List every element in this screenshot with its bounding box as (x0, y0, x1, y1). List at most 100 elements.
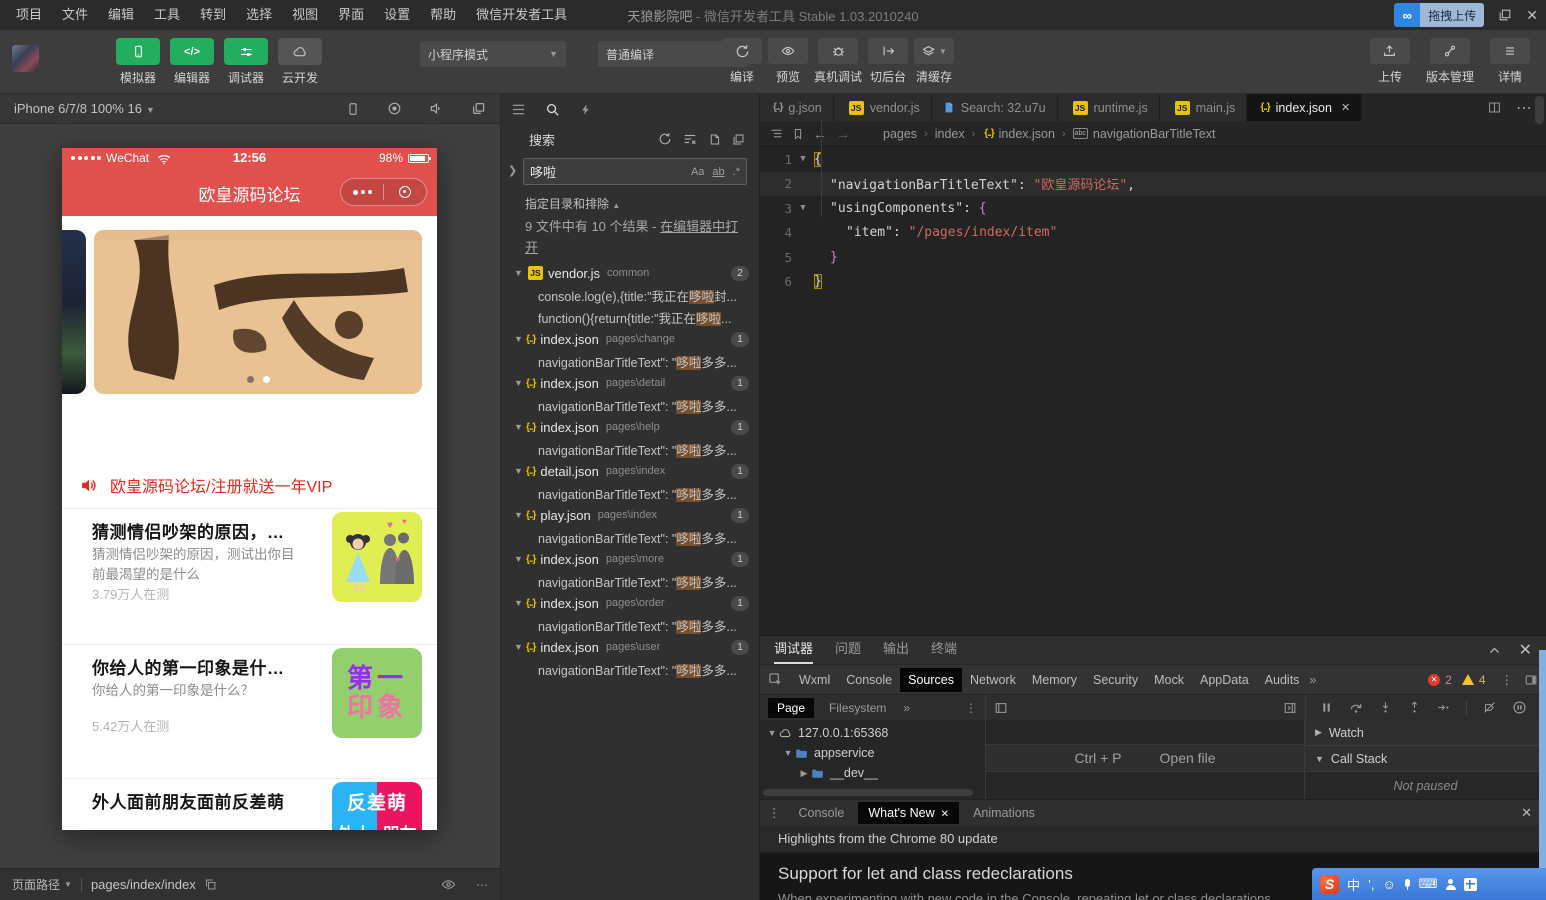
collapse-panel-icon[interactable] (1488, 640, 1501, 660)
mode-select[interactable]: 小程序模式 ▼ (420, 41, 566, 67)
outline-icon[interactable] (770, 127, 783, 140)
clear-results-icon[interactable] (683, 132, 697, 146)
more-tabs-chevron[interactable]: » (1309, 673, 1316, 687)
plugins-icon[interactable] (579, 103, 592, 116)
search-result-file[interactable]: ▼ JS vendor.js common 2 (501, 262, 759, 284)
code-line[interactable]: 2 "navigationBarTitleText": "欧皇源码论坛", (760, 171, 1546, 196)
search-result-file[interactable]: ▼ {..} index.json pages\change 1 (501, 328, 759, 350)
inspect-element-icon[interactable] (768, 672, 783, 687)
search-result-file[interactable]: ▼ {..} detail.json pages\index 1 (501, 460, 759, 482)
error-badge-icon[interactable]: ✕ (1428, 673, 1441, 686)
menu-界面[interactable]: 界面 (328, 7, 374, 22)
devtools-tab-Mock[interactable]: Mock (1146, 668, 1192, 692)
devtools-tab-Sources[interactable]: Sources (900, 667, 962, 692)
step-into-icon[interactable] (1379, 701, 1392, 714)
pause-script-icon[interactable] (1320, 701, 1333, 714)
multi-window-icon[interactable] (471, 101, 486, 116)
breadcrumb-item[interactable]: {..} index.json (982, 127, 1055, 141)
dir-filter-toggle[interactable]: 指定目录和排除 ▲ (525, 195, 620, 212)
restore-window-button[interactable] (1498, 8, 1512, 22)
ime-grid-icon[interactable] (1463, 877, 1477, 891)
menu-选择[interactable]: 选择 (236, 7, 282, 22)
device-select[interactable]: iPhone 6/7/8 100% 16 ▼ (14, 101, 155, 116)
drawer-tab-Animations[interactable]: Animations (963, 802, 1045, 824)
toolbar-button-编辑器[interactable]: </> 编辑器 (170, 38, 214, 86)
search-result-file[interactable]: ▼ {..} index.json pages\user 1 (501, 636, 759, 658)
more-actions[interactable]: ⋯ (476, 878, 488, 892)
devtools-tab-Security[interactable]: Security (1085, 668, 1146, 692)
search-result-match[interactable]: navigationBarTitleText": "哆啦多多... (501, 394, 759, 416)
devtools-tab-Audits[interactable]: Audits (1257, 668, 1308, 692)
menu-项目[interactable]: 项目 (6, 7, 52, 22)
tree-scrollbar[interactable] (763, 789, 973, 796)
expand-all-icon[interactable] (708, 132, 721, 146)
toolbar-button-云开发[interactable]: 云开发 (278, 38, 322, 86)
close-window-button[interactable]: ✕ (1526, 7, 1538, 24)
bookmark-icon[interactable] (792, 128, 804, 140)
triangle-down-icon[interactable]: ▼ (782, 748, 794, 758)
carousel-dots[interactable] (94, 376, 422, 383)
triangle-down-icon[interactable]: ▼ (514, 510, 524, 520)
triangle-right-icon[interactable]: ▶ (798, 768, 810, 779)
search-result-match[interactable]: navigationBarTitleText": "哆啦多多... (501, 526, 759, 548)
close-tab-icon[interactable]: ✕ (1341, 101, 1350, 114)
toolbar-button-版本管理[interactable]: 版本管理 (1426, 38, 1474, 85)
code-line[interactable]: 3 ▼ "usingComponents": { (760, 196, 1546, 221)
announcement-bar[interactable]: 欧皇源码论坛/注册就送一年VIP (62, 472, 437, 498)
copy-icon[interactable] (204, 878, 217, 891)
dock-side-icon[interactable] (1524, 673, 1538, 687)
menu-帮助[interactable]: 帮助 (420, 7, 466, 22)
deactivate-breakpoints-icon[interactable] (1483, 701, 1496, 714)
editor-tab-index.json[interactable]: {..} index.json ✕ (1247, 94, 1363, 121)
editor-scrollbar[interactable] (1535, 96, 1544, 124)
regex-toggle[interactable]: .* (733, 166, 740, 178)
fold-chevron-icon[interactable]: ▼ (792, 154, 814, 164)
open-file-label[interactable]: Open file (1160, 750, 1216, 766)
debugger-tab-问题[interactable]: 问题 (835, 636, 861, 664)
carousel-image[interactable] (94, 230, 422, 394)
user-avatar[interactable] (12, 45, 39, 72)
triangle-down-icon[interactable]: ▼ (514, 642, 524, 652)
step-over-icon[interactable] (1349, 701, 1363, 715)
triangle-down-icon[interactable]: ▼ (514, 598, 524, 608)
menu-文件[interactable]: 文件 (52, 7, 98, 22)
sources-nav-Filesystem[interactable]: Filesystem (820, 698, 895, 718)
search-result-file[interactable]: ▼ {..} index.json pages\more 1 (501, 548, 759, 570)
watch-section-header[interactable]: ▶ Watch (1305, 720, 1546, 746)
search-result-match[interactable]: navigationBarTitleText": "哆啦多多... (501, 482, 759, 504)
breadcrumb-item[interactable]: index (935, 127, 965, 141)
devtools-tab-Console[interactable]: Console (838, 668, 900, 692)
menu-编辑[interactable]: 编辑 (98, 7, 144, 22)
editor-tab-main.js[interactable]: JS main.js (1159, 94, 1248, 121)
code-line[interactable]: 1 ▼ { (760, 147, 1546, 172)
fold-chevron-icon[interactable]: ▼ (792, 203, 814, 213)
editor-tab-runtime.js[interactable]: JS runtime.js (1057, 94, 1160, 121)
code-line[interactable]: 4 "item": "/pages/index/item" (760, 221, 1546, 246)
debugger-tab-输出[interactable]: 输出 (883, 636, 909, 664)
whole-word-toggle[interactable]: ab (712, 166, 724, 178)
sources-nav-Page[interactable]: Page (768, 697, 815, 718)
editor-tab-g.json[interactable]: {..} g.json (760, 94, 834, 121)
call-stack-section-header[interactable]: ▼ Call Stack (1305, 746, 1546, 772)
code-line[interactable]: 5 } (760, 245, 1546, 270)
step-out-icon[interactable] (1408, 701, 1421, 714)
drawer-tab-What's New[interactable]: What's New ✕ (858, 801, 960, 824)
menu-微信开发者工具[interactable]: 微信开发者工具 (466, 7, 577, 22)
search-icon[interactable] (545, 102, 560, 117)
record-icon[interactable] (387, 101, 402, 116)
devtools-tab-AppData[interactable]: AppData (1192, 668, 1257, 692)
triangle-down-icon[interactable]: ▼ (766, 728, 778, 738)
editor-tab-Search: 32.u7u[interactable]: Search: 32.u7u (931, 94, 1058, 121)
search-result-match[interactable]: navigationBarTitleText": "哆啦多多... (501, 438, 759, 460)
match-case-toggle[interactable]: Aa (691, 166, 704, 178)
ime-mic-icon[interactable] (1404, 878, 1411, 890)
pause-on-exceptions-icon[interactable] (1512, 700, 1527, 715)
debugger-tab-调试器[interactable]: 调试器 (774, 636, 814, 664)
triangle-down-icon[interactable]: ▼ (514, 466, 524, 476)
ime-language-icon[interactable]: 中 (1347, 875, 1360, 894)
close-drawer-icon[interactable]: ✕ (1521, 805, 1538, 821)
search-result-file[interactable]: ▼ {..} index.json pages\order 1 (501, 592, 759, 614)
search-result-match[interactable]: navigationBarTitleText": "哆啦多多... (501, 350, 759, 372)
toolbar-button-详情[interactable]: 详情 (1490, 38, 1530, 85)
toolbar-button-上传[interactable]: 上传 (1369, 38, 1410, 85)
